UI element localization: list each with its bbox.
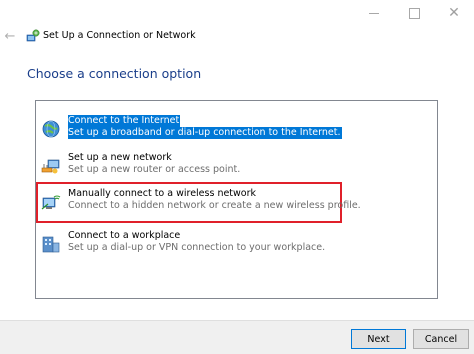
- option-title: Connect to the Internet: [68, 115, 181, 127]
- close-button[interactable]: ✕: [434, 0, 474, 26]
- connection-options-list: Connect to the Internet Set up a broadba…: [35, 100, 438, 299]
- option-workplace[interactable]: Connect to a workplace Set up a dial-up …: [38, 227, 368, 261]
- footer-bar: Next Cancel: [0, 320, 474, 354]
- option-connect-internet[interactable]: Connect to the Internet Set up a broadba…: [38, 112, 368, 146]
- wireless-computer-icon: [41, 195, 61, 210]
- network-setup-icon: [26, 29, 40, 42]
- option-manual-wireless[interactable]: Manually connect to a wireless network C…: [36, 182, 361, 223]
- cancel-button[interactable]: Cancel: [413, 329, 469, 349]
- option-title: Connect to a workplace: [68, 230, 181, 241]
- window-controls: ✕: [354, 0, 474, 26]
- option-new-network[interactable]: Set up a new network Set up a new router…: [38, 149, 368, 183]
- router-setup-icon: [41, 159, 60, 174]
- option-title: Set up a new network: [68, 152, 172, 163]
- maximize-button[interactable]: [394, 0, 434, 26]
- option-description: Set up a broadband or dial-up connection…: [68, 127, 342, 139]
- next-button[interactable]: Next: [351, 329, 406, 349]
- globe-network-icon: [42, 120, 60, 138]
- window-title: Set Up a Connection or Network: [43, 30, 196, 41]
- minimize-button[interactable]: [354, 0, 394, 26]
- back-arrow-icon[interactable]: ←: [3, 26, 17, 46]
- option-description: Connect to a hidden network or create a …: [68, 200, 361, 211]
- workplace-building-icon: [42, 236, 60, 253]
- option-description: Set up a new router or access point.: [68, 164, 241, 175]
- option-title: Manually connect to a wireless network: [68, 188, 257, 199]
- page-heading: Choose a connection option: [27, 66, 202, 81]
- option-description: Set up a dial-up or VPN connection to yo…: [68, 242, 326, 253]
